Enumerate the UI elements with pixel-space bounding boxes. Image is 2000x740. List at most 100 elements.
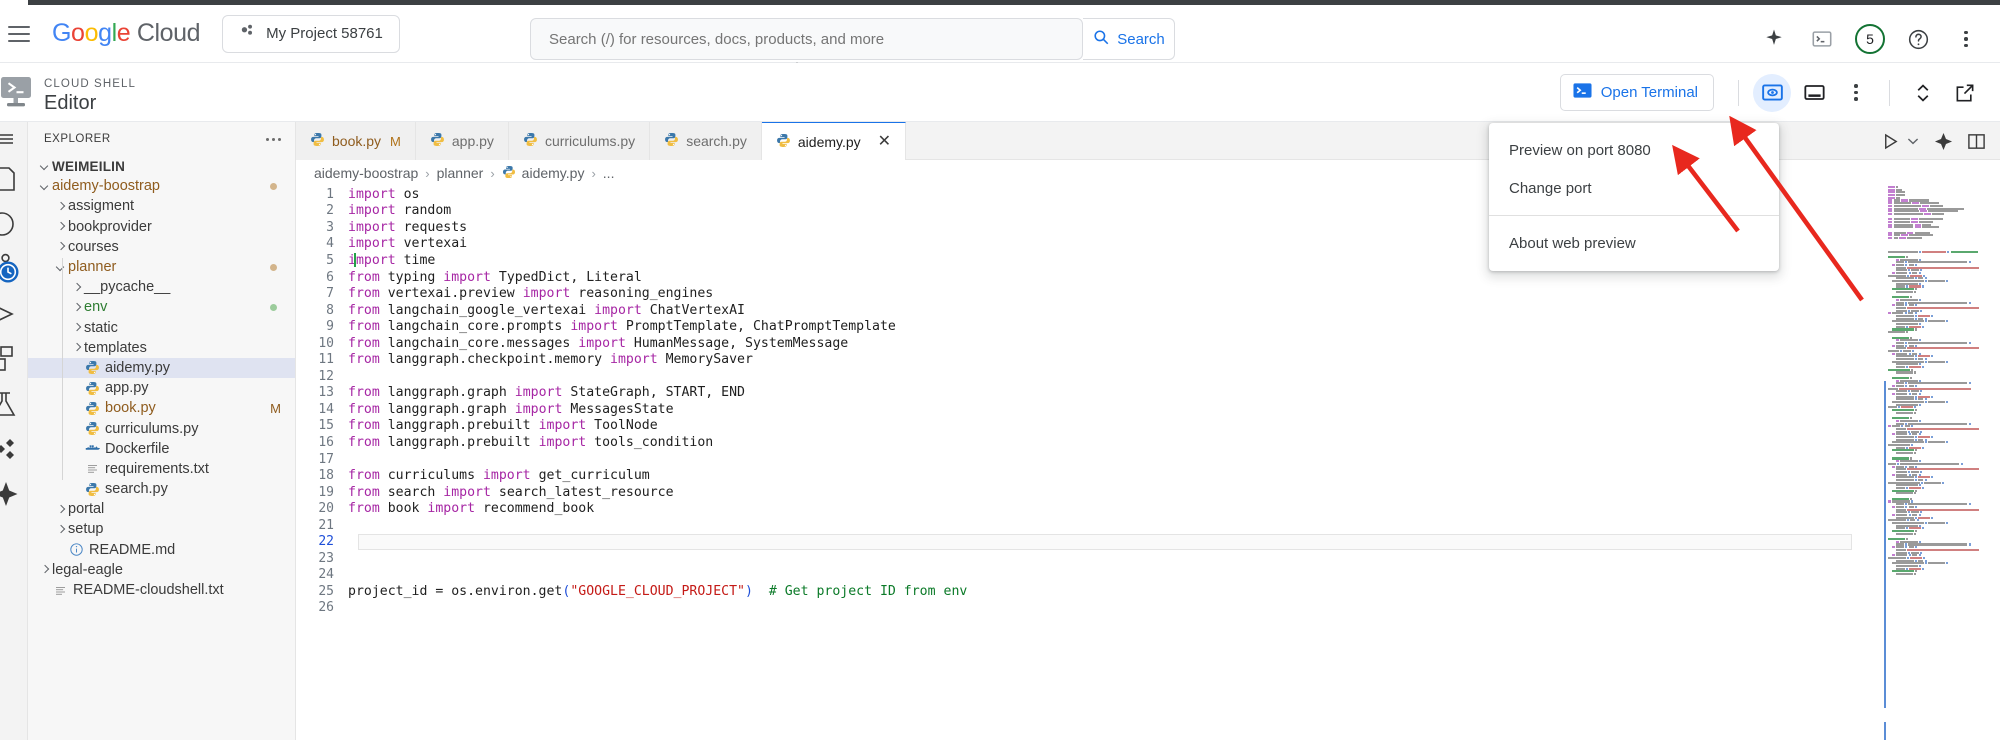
tab-book-py[interactable]: book.pyM: [296, 122, 416, 160]
open-terminal-button[interactable]: Open Terminal: [1560, 74, 1714, 111]
code-line[interactable]: 12: [296, 368, 1882, 385]
code-line[interactable]: 15from langgraph.prebuilt import ToolNod…: [296, 418, 1882, 435]
run-and-debug-icon[interactable]: [0, 291, 28, 336]
tree-item-assigment[interactable]: assigment: [28, 196, 295, 216]
panel-resize-handle[interactable]: [783, 56, 811, 63]
code-line[interactable]: 22: [296, 533, 1882, 550]
code-line[interactable]: 17: [296, 451, 1882, 468]
open-in-new-window-icon[interactable]: [1946, 74, 1984, 112]
code-line[interactable]: 8from langchain_google_vertexai import C…: [296, 302, 1882, 319]
hamburger-icon[interactable]: [8, 26, 30, 42]
extensions-icon[interactable]: [0, 336, 28, 381]
web-preview-icon[interactable]: [1753, 74, 1791, 112]
code-line[interactable]: 25project_id = os.environ.get("GOOGLE_CL…: [296, 583, 1882, 600]
code-line[interactable]: 11from langgraph.checkpoint.memory impor…: [296, 351, 1882, 368]
run-options-chevron-down-icon[interactable]: [1906, 134, 1920, 148]
code-line[interactable]: 6from typing import TypedDict, Literal: [296, 269, 1882, 286]
menu-item-about-web-preview[interactable]: About web preview: [1489, 224, 1779, 262]
tab-aidemy-py[interactable]: aidemy.py✕: [762, 122, 906, 160]
menu-item-preview-on-port-8080[interactable]: Preview on port 8080: [1489, 131, 1779, 169]
python-file-icon: [502, 165, 516, 182]
cloud-shell-terminal-icon[interactable]: [1802, 19, 1842, 59]
tree-item-legal-eagle[interactable]: legal-eagle: [28, 560, 295, 580]
more-options-kebab-icon[interactable]: [1837, 74, 1875, 112]
code-text: from langchain_google_vertexai import Ch…: [348, 303, 745, 318]
tree-item-label: aidemy.py: [105, 360, 170, 376]
source-control-icon[interactable]: [0, 246, 28, 291]
minimize-panel-icon[interactable]: [1795, 74, 1833, 112]
tree-item-app-py[interactable]: app.py: [28, 378, 295, 398]
tab-curriculums-py[interactable]: curriculums.py: [509, 122, 650, 160]
tree-item-requirements-txt[interactable]: requirements.txt: [28, 459, 295, 479]
tree-item-label: env: [84, 299, 107, 315]
tree-item-aidemy-py[interactable]: aidemy.py: [28, 358, 295, 378]
tab-app-py[interactable]: app.py: [416, 122, 509, 160]
testing-flask-icon[interactable]: [0, 381, 28, 426]
code-line[interactable]: 20from book import recommend_book: [296, 500, 1882, 517]
split-editor-right-icon[interactable]: [1967, 132, 1986, 151]
project-name: My Project 58761: [266, 25, 383, 42]
tree-item-readme-md[interactable]: README.md: [28, 540, 295, 560]
tree-item-portal[interactable]: portal: [28, 499, 295, 519]
gemini-sparkle-icon[interactable]: [0, 471, 28, 516]
tree-item-bookprovider[interactable]: bookprovider: [28, 217, 295, 237]
close-icon[interactable]: ✕: [878, 134, 891, 150]
breadcrumb-item-aidemy-boostrap[interactable]: aidemy-boostrap: [314, 165, 418, 181]
code-line[interactable]: 10from langchain_core.messages import Hu…: [296, 335, 1882, 352]
tree-item-readme-cloudshell-txt[interactable]: README-cloudshell.txt: [28, 580, 295, 600]
tree-item-search-py[interactable]: search.py: [28, 479, 295, 499]
more-options-kebab-icon[interactable]: [1946, 19, 1986, 59]
breadcrumb-item-aidemy-py[interactable]: aidemy.py: [502, 165, 585, 182]
project-selector[interactable]: My Project 58761: [222, 15, 400, 53]
code-line[interactable]: 14from langgraph.graph import MessagesSt…: [296, 401, 1882, 418]
breadcrumb-item--[interactable]: ...: [603, 165, 615, 181]
search-input[interactable]: [549, 31, 1064, 48]
expand-collapse-chevrons-icon[interactable]: [1904, 74, 1942, 112]
code-line[interactable]: 24: [296, 567, 1882, 584]
menu-item-change-port[interactable]: Change port: [1489, 169, 1779, 207]
code-line[interactable]: 16from langgraph.prebuilt import tools_c…: [296, 434, 1882, 451]
tree-item-templates[interactable]: templates: [28, 338, 295, 358]
code-line[interactable]: 18from curriculums import get_curriculum: [296, 467, 1882, 484]
tree-item-env[interactable]: env: [28, 297, 295, 317]
notifications-badge[interactable]: 5: [1850, 19, 1890, 59]
code-line[interactable]: 9from langchain_core.prompts import Prom…: [296, 318, 1882, 335]
code-line[interactable]: 13from langgraph.graph import StateGraph…: [296, 385, 1882, 402]
menu-hamburger-icon[interactable]: [0, 122, 28, 156]
search-button[interactable]: Search: [1083, 18, 1175, 60]
tab-search-py[interactable]: search.py: [650, 122, 762, 160]
tree-item-setup[interactable]: setup: [28, 519, 295, 539]
tree-item-aidemy-boostrap[interactable]: aidemy-boostrap: [28, 176, 295, 196]
editor-minimap[interactable]: [1882, 186, 2000, 740]
explorer-more-actions-icon[interactable]: [266, 138, 281, 141]
code-line[interactable]: 26: [296, 600, 1882, 617]
code-text: from langchain_core.messages import Huma…: [348, 336, 848, 351]
code-line[interactable]: 23: [296, 550, 1882, 567]
cloud-code-diamond-icon[interactable]: [0, 426, 28, 471]
code-line[interactable]: 21: [296, 517, 1882, 534]
tree-item-dockerfile[interactable]: Dockerfile: [28, 439, 295, 459]
code-line[interactable]: 7from vertexai.preview import reasoning_…: [296, 285, 1882, 302]
tree-item-curriculums-py[interactable]: curriculums.py: [28, 418, 295, 438]
tree-item-planner[interactable]: planner: [28, 257, 295, 277]
run-python-file-icon[interactable]: [1881, 132, 1900, 151]
explorer-files-icon[interactable]: [0, 156, 28, 201]
help-icon[interactable]: [1898, 19, 1938, 59]
tree-item-label: planner: [68, 259, 116, 275]
tree-item-static[interactable]: static: [28, 318, 295, 338]
global-search-field[interactable]: [530, 18, 1083, 60]
tree-root-weimeilin[interactable]: WEIMEILIN: [28, 156, 295, 176]
google-cloud-logo[interactable]: Google Cloud: [52, 19, 200, 48]
tree-item--pycache-[interactable]: __pycache__: [28, 277, 295, 297]
tree-item-label: courses: [68, 239, 119, 255]
code-line[interactable]: 19from search import search_latest_resou…: [296, 484, 1882, 501]
line-number: 26: [296, 600, 348, 615]
breadcrumb-item-planner[interactable]: planner: [437, 165, 484, 181]
gemini-sparkle-icon[interactable]: [1934, 132, 1953, 151]
gemini-sparkle-icon[interactable]: [1754, 19, 1794, 59]
tree-item-courses[interactable]: courses: [28, 237, 295, 257]
tree-item-book-py[interactable]: book.pyM: [28, 398, 295, 418]
search-circle-icon[interactable]: [0, 201, 28, 246]
cloud-shell-kicker: CLOUD SHELL: [44, 78, 136, 90]
workspace-name: WEIMEILIN: [52, 159, 125, 174]
